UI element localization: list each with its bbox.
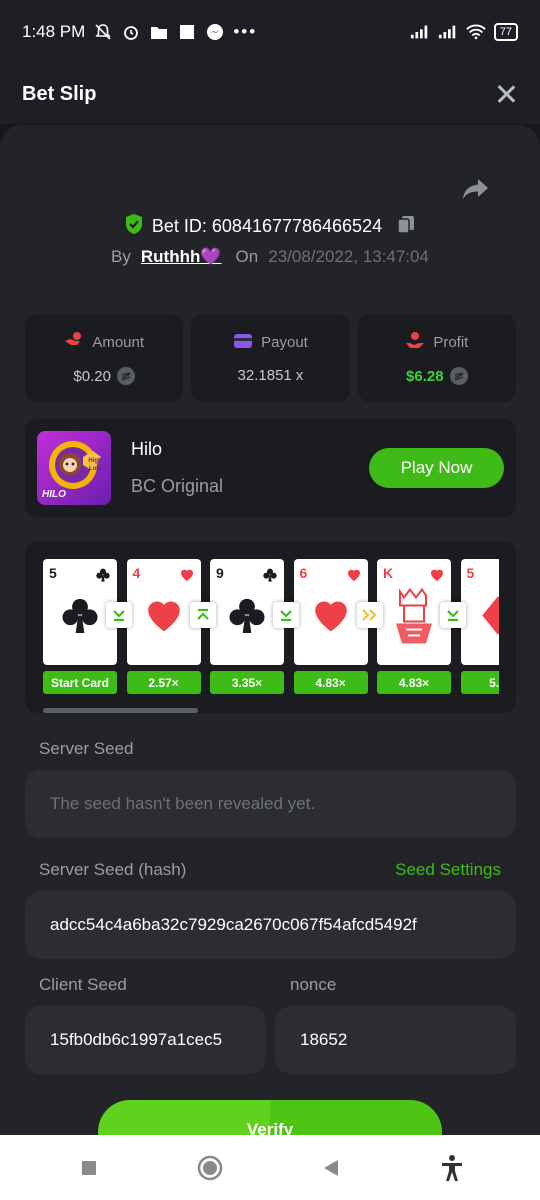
share-icon[interactable] [462, 177, 490, 201]
stat-profit: Profit $6.28 [357, 314, 516, 402]
stat-value: $0.20 [73, 367, 111, 385]
recents-button[interactable] [69, 1148, 109, 1188]
game-name[interactable]: Hilo [131, 439, 223, 460]
bet-id-row: Bet ID: 60841677786466524 [0, 213, 540, 240]
stat-label: Amount [92, 333, 145, 351]
verified-shield-icon [124, 213, 144, 240]
clubs-suit-icon [262, 567, 278, 588]
stat-value: $6.28 [406, 367, 444, 385]
guess-lower-icon [440, 602, 466, 628]
client-seed-field[interactable]: 15fb0db6c1997a1cec5 [25, 1006, 266, 1074]
card-multiplier: Start Card [43, 671, 117, 694]
client-seed-label: Client Seed [39, 975, 127, 994]
square-icon [177, 22, 197, 42]
nonce-label: nonce [290, 975, 337, 994]
more-notifications-icon: ••• [233, 22, 258, 41]
back-button[interactable] [311, 1148, 351, 1188]
thumb-label: HILO [42, 489, 66, 500]
status-time: 1:48 PM [22, 22, 86, 41]
server-seed-label: Server Seed [39, 739, 134, 758]
hilo-card: 55.2 [460, 559, 499, 694]
close-icon[interactable] [494, 82, 518, 106]
card-multiplier: 2.57× [126, 671, 201, 694]
stat-payout: Payout 32.1851 x [191, 314, 350, 402]
nonce-field[interactable]: 18652 [275, 1006, 516, 1074]
card-rank: 9 [216, 565, 224, 581]
game-subtitle: BC Original [131, 476, 224, 496]
bet-stats: Amount $0.20 Payout 32.1851 x Profit $6.… [25, 314, 516, 402]
profit-hand-icon [405, 331, 425, 353]
clubs-suit-icon [226, 595, 268, 642]
clubs-suit-icon [95, 567, 111, 588]
messenger-icon [205, 22, 225, 42]
thumb-badge: High Low [88, 458, 102, 472]
guess-lower-icon [106, 602, 132, 628]
play-now-button[interactable]: Play Now [369, 448, 504, 488]
guess-lower-icon [273, 602, 299, 628]
hilo-game-thumbnail[interactable]: High Low HILO [37, 431, 111, 505]
stat-amount: Amount $0.20 [25, 314, 184, 402]
diamonds-suit-icon [477, 595, 499, 642]
coin-icon [449, 367, 468, 385]
card-rank: 6 [299, 565, 308, 581]
home-button[interactable] [190, 1148, 230, 1188]
card-multiplier: 3.35× [210, 671, 284, 694]
guess-higher-icon [189, 602, 216, 628]
game-card: High Low HILO Hilo BC Original Play Now [25, 419, 516, 517]
bet-user-link[interactable]: Ruthhh💜 [141, 247, 222, 267]
copy-icon[interactable] [396, 214, 416, 239]
cards-history-panel[interactable]: 5Start Card42.57×93.35×64.83×K4.83×55.2 [25, 541, 516, 713]
folder-icon [149, 22, 169, 42]
cards-scrollbar[interactable] [43, 708, 198, 713]
mute-icon [93, 22, 113, 42]
bet-date: 23/08/2022, 13:47:04 [268, 247, 429, 266]
stat-label: Profit [433, 333, 469, 351]
accessibility-icon[interactable] [432, 1148, 472, 1188]
stat-value: 32.1851 x [237, 366, 304, 384]
signal-2-icon [438, 22, 458, 42]
coin-icon [116, 367, 135, 385]
bet-slip-sheet: Bet ID: 60841677786466524 By Ruthhh💜 On … [0, 125, 540, 1135]
card-multiplier: 4.83× [377, 671, 451, 694]
system-nav-bar [0, 1135, 540, 1200]
guess-skip-icon [356, 602, 383, 628]
hand-coin-icon [64, 331, 84, 353]
battery-icon: 77 [493, 23, 518, 41]
card-multiplier: 5.2 [460, 671, 499, 694]
server-seed-field[interactable]: The seed hasn't been revealed yet. [25, 770, 516, 838]
stat-label: Payout [261, 334, 308, 351]
cards-track[interactable]: 5Start Card42.57×93.35×64.83×K4.83×55.2 [43, 559, 499, 699]
card-rank: K [383, 565, 394, 581]
server-seed-hash-field[interactable]: adcc54c4a6ba32c7929ca2670c067f54afcd5492… [25, 891, 516, 959]
signal-icon [410, 22, 430, 42]
hearts-suit-icon [346, 567, 362, 588]
bet-slip-header: Bet Slip [0, 64, 540, 124]
hearts-suit-icon [310, 595, 352, 642]
card-wallet-icon [233, 333, 253, 353]
wifi-icon [466, 22, 486, 42]
verify-button[interactable]: Verify [98, 1100, 442, 1135]
by-label: By [111, 247, 131, 266]
alarm-icon [121, 22, 141, 42]
status-bar: 1:48 PM ••• 77 [0, 0, 540, 64]
card-multiplier: 4.83× [293, 671, 368, 694]
bet-byline: By Ruthhh💜 On 23/08/2022, 13:47:04 [0, 247, 540, 267]
bet-id-text: Bet ID: 60841677786466524 [151, 216, 383, 236]
page-title: Bet Slip [22, 82, 97, 105]
hilo-card: 6 4.83× [293, 559, 368, 694]
on-label: On [235, 247, 259, 266]
card-rank: 4 [132, 565, 141, 581]
hearts-suit-icon [386, 584, 442, 653]
server-seed-hash-label: Server Seed (hash) [39, 860, 187, 879]
card-rank: 5 [49, 565, 57, 581]
hilo-card: 4 2.57× [126, 559, 201, 694]
hearts-suit-icon [143, 595, 185, 642]
hearts-suit-icon [179, 567, 195, 588]
card-rank: 5 [466, 565, 475, 581]
card-face: 5 [460, 559, 499, 665]
seed-settings-link[interactable]: Seed Settings [395, 860, 501, 880]
clubs-suit-icon [59, 595, 101, 642]
